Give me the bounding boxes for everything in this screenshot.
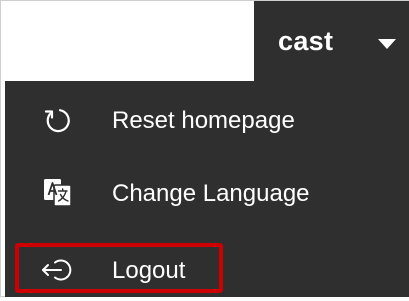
username: cast — [278, 26, 334, 56]
menu-item-label: Change Language — [112, 180, 310, 207]
caret-down-icon — [378, 39, 396, 49]
menu-item-label: Reset homepage — [112, 107, 295, 134]
menu-item-label: Logout — [112, 257, 186, 284]
user-menu-button[interactable]: cast — [254, 1, 409, 81]
menu-item-reset-homepage[interactable]: Reset homepage — [5, 89, 409, 151]
user-dropdown-menu: Reset homepage Change Language Logout — [5, 81, 409, 297]
refresh-icon — [41, 103, 75, 137]
menu-item-change-language[interactable]: Change Language — [5, 162, 409, 224]
menu-item-logout[interactable]: Logout — [5, 239, 409, 301]
logout-icon — [41, 253, 75, 287]
translate-icon — [41, 176, 75, 210]
